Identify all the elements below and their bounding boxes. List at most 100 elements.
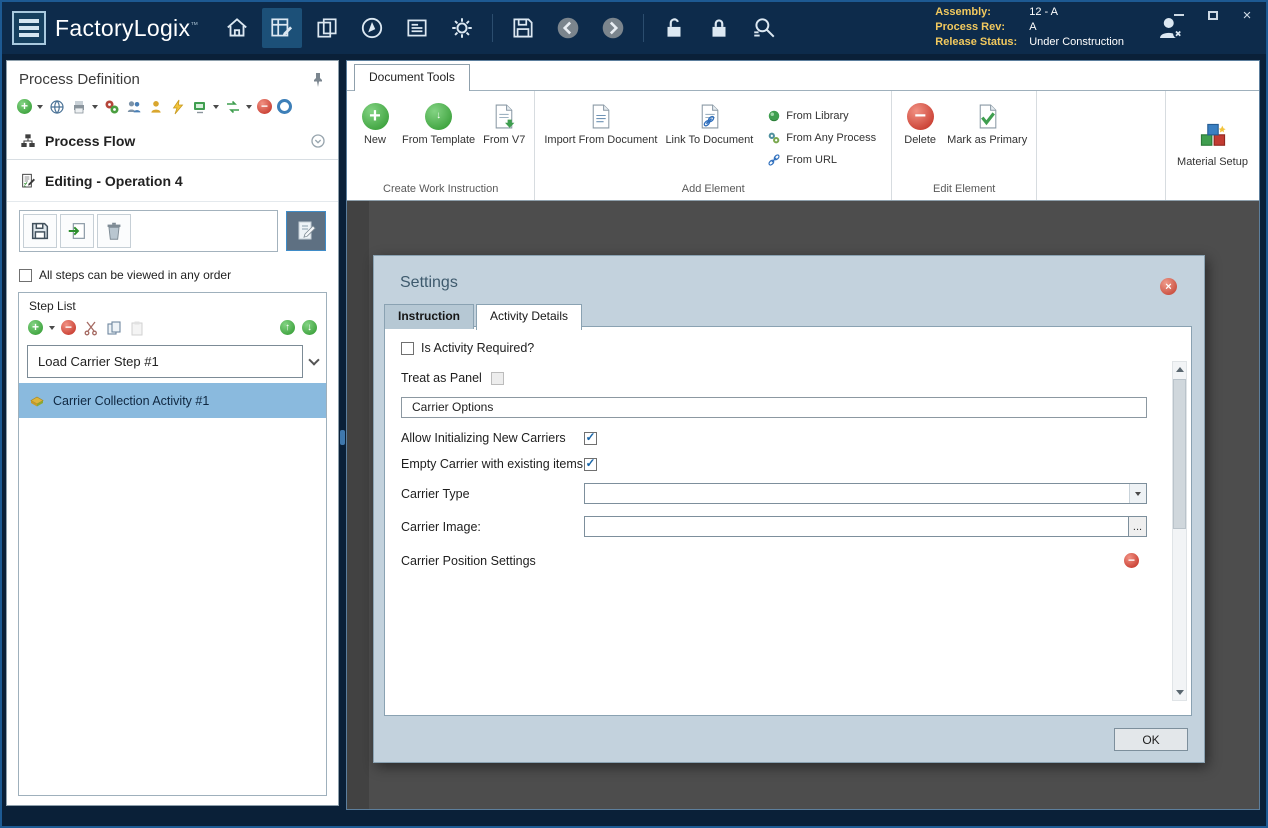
pin-icon[interactable] [309, 71, 326, 88]
home-icon[interactable] [217, 8, 257, 48]
carrier-type-select[interactable] [584, 483, 1147, 504]
ribbon-spacer [1037, 91, 1165, 200]
flash-icon[interactable] [169, 98, 186, 115]
activity-list-item[interactable]: Carrier Collection Activity #1 [19, 383, 326, 418]
from-v7-button[interactable]: From V7 [480, 96, 528, 180]
mark-as-primary-button[interactable]: Mark as Primary [944, 96, 1030, 180]
remove-icon[interactable] [257, 99, 272, 114]
settings-gear-icon[interactable] [442, 8, 482, 48]
is-activity-required-checkbox[interactable] [401, 342, 414, 355]
material-setup-button[interactable]: Material Setup [1165, 91, 1259, 200]
carrier-type-dropdown-icon[interactable] [1129, 484, 1146, 503]
carrier-position-label: Carrier Position Settings [401, 554, 536, 568]
process-flow-row[interactable]: Process Flow [7, 124, 338, 159]
back-icon[interactable] [548, 8, 588, 48]
carrier-activity-icon [28, 392, 45, 409]
tab-instruction[interactable]: Instruction [384, 304, 474, 329]
operation-buttons-row [7, 202, 338, 258]
process-toolbar [7, 92, 338, 124]
collapse-circle-icon[interactable] [309, 132, 326, 149]
carrier-image-input[interactable] [584, 516, 1129, 537]
hyperlink-globe-icon[interactable] [48, 98, 65, 115]
user-yellow-icon[interactable] [147, 98, 164, 115]
new-instruction-button[interactable]: New [353, 96, 397, 180]
save-operation-button[interactable] [23, 214, 57, 248]
link-to-document-button[interactable]: Link To Document [662, 96, 756, 180]
step-expand-chevron-icon[interactable] [308, 354, 319, 365]
add-icon[interactable] [17, 99, 32, 114]
remove-step-icon[interactable] [61, 320, 76, 335]
move-step-down-icon[interactable] [302, 320, 317, 335]
add-element-links: From Library From Any Process From URL [758, 96, 885, 180]
splitter-handle[interactable] [340, 430, 345, 445]
activity-details-panel: Is Activity Required? Treat as Panel Car… [384, 326, 1192, 716]
group-label-create: Create Work Instruction [350, 180, 531, 200]
scrollbar-thumb[interactable] [1173, 379, 1186, 529]
dialog-close-icon[interactable]: × [1160, 278, 1177, 295]
export-dropdown-caret[interactable] [213, 105, 219, 109]
close-button[interactable]: × [1238, 7, 1256, 23]
delete-operation-button[interactable] [97, 214, 131, 248]
window-controls: × [1170, 7, 1256, 23]
carrier-image-row: Carrier Image: ... [401, 516, 1175, 537]
move-step-up-icon[interactable] [280, 320, 295, 335]
from-url-button[interactable]: From URL [767, 153, 876, 167]
carrier-image-browse-button[interactable]: ... [1129, 516, 1147, 537]
unlock-icon[interactable] [654, 8, 694, 48]
paste-icon[interactable] [128, 319, 145, 336]
panel-title: Process Definition [19, 71, 309, 88]
release-status-label: Release Status: [935, 36, 1017, 50]
from-any-process-button[interactable]: From Any Process [767, 131, 876, 145]
carrier-type-row: Carrier Type [401, 483, 1175, 504]
import-operation-button[interactable] [60, 214, 94, 248]
navigate-icon[interactable] [352, 8, 392, 48]
from-template-button[interactable]: From Template [399, 96, 478, 180]
step-selector[interactable]: Load Carrier Step #1 [27, 345, 303, 378]
tab-activity-details[interactable]: Activity Details [476, 304, 582, 330]
print-icon[interactable] [70, 98, 87, 115]
material-setup-icon [1198, 121, 1228, 151]
flow-actions-icon[interactable] [224, 98, 241, 115]
save-icon[interactable] [503, 8, 543, 48]
add-dropdown-caret[interactable] [37, 105, 43, 109]
news-icon[interactable] [397, 8, 437, 48]
minimize-button[interactable] [1170, 7, 1188, 23]
flow-dropdown-caret[interactable] [246, 105, 252, 109]
all-steps-checkbox[interactable] [19, 269, 32, 282]
edit-instruction-button[interactable] [286, 211, 326, 251]
dialog-scrollbar[interactable] [1172, 361, 1187, 701]
audit-search-icon[interactable] [744, 8, 784, 48]
ribbon-group-add: Import From Document Link To Document Fr… [535, 91, 892, 200]
scroll-up-icon[interactable] [1173, 362, 1186, 377]
scroll-down-icon[interactable] [1173, 685, 1186, 700]
delete-element-button[interactable]: Delete [898, 96, 942, 180]
ok-button[interactable]: OK [1114, 728, 1188, 751]
copy-icon[interactable] [105, 319, 122, 336]
forward-icon[interactable] [593, 8, 633, 48]
add-step-icon[interactable] [28, 320, 43, 335]
from-any-process-icon [767, 131, 781, 145]
lock-icon[interactable] [699, 8, 739, 48]
app-logo: FactoryLogix™ [12, 11, 199, 45]
allow-initializing-row: Allow Initializing New Carriers [401, 431, 1175, 445]
tab-document-tools[interactable]: Document Tools [354, 64, 470, 91]
import-from-document-button[interactable]: Import From Document [541, 96, 660, 180]
add-step-caret[interactable] [49, 326, 55, 330]
empty-carrier-label: Empty Carrier with existing items [401, 457, 584, 471]
allow-initializing-checkbox[interactable] [584, 432, 597, 445]
empty-carrier-checkbox[interactable] [584, 458, 597, 471]
release-status-value: Under Construction [1029, 36, 1124, 50]
status-ring-icon[interactable] [277, 99, 292, 114]
users-icon[interactable] [125, 98, 142, 115]
carrier-options-header: Carrier Options [401, 397, 1147, 418]
export-monitor-icon[interactable] [191, 98, 208, 115]
maximize-button[interactable] [1204, 7, 1222, 23]
from-library-button[interactable]: From Library [767, 109, 876, 123]
documents-icon[interactable] [307, 8, 347, 48]
remove-position-icon[interactable] [1124, 553, 1139, 568]
step-list-empty-area[interactable] [19, 418, 326, 795]
process-definition-icon[interactable] [262, 8, 302, 48]
sync-gears-icon[interactable] [103, 98, 120, 115]
cut-icon[interactable] [82, 319, 99, 336]
print-dropdown-caret[interactable] [92, 105, 98, 109]
